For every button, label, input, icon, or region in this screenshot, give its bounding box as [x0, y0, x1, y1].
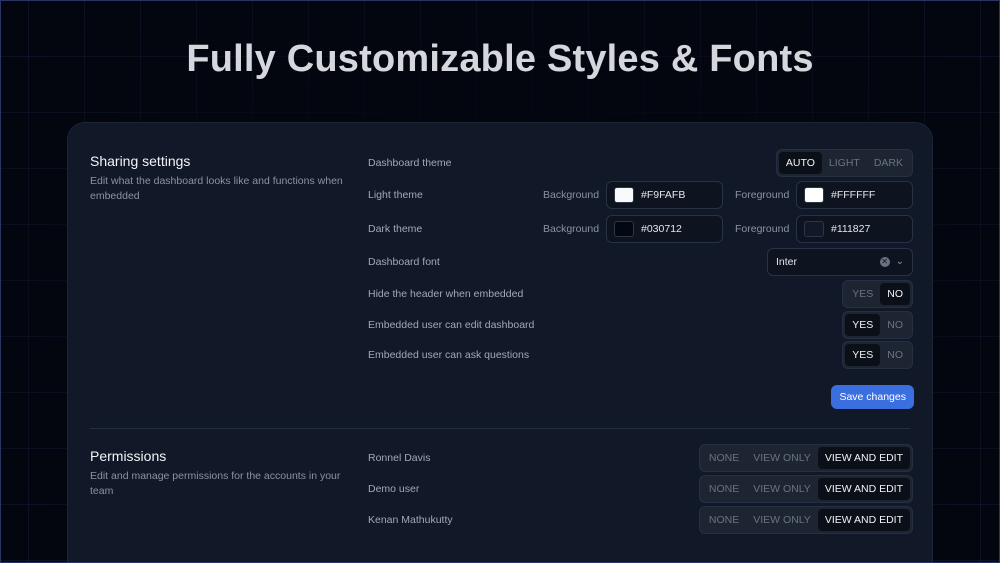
can-edit-row: Embedded user can edit dashboard YES NO	[368, 311, 913, 339]
dashboard-font-label: Dashboard font	[368, 256, 440, 268]
light-theme-label: Light theme	[368, 189, 423, 201]
permission-toggle: NONE VIEW ONLY VIEW AND EDIT	[698, 475, 913, 503]
dashboard-theme-label: Dashboard theme	[368, 157, 452, 169]
theme-option-dark[interactable]: DARK	[867, 152, 910, 174]
permission-option-view-and-edit[interactable]: VIEW AND EDIT	[817, 447, 910, 469]
permission-option-none[interactable]: NONE	[702, 509, 746, 531]
permission-toggle: NONE VIEW ONLY VIEW AND EDIT	[698, 444, 913, 472]
permission-option-view-only[interactable]: VIEW ONLY	[746, 509, 818, 531]
dark-theme-label: Dark theme	[368, 223, 423, 235]
theme-toggle: AUTO LIGHT DARK	[775, 149, 913, 177]
theme-option-light[interactable]: LIGHT	[822, 152, 867, 174]
hero-title: Fully Customizable Styles & Fonts	[186, 38, 814, 80]
can-edit-label: Embedded user can edit dashboard	[368, 319, 535, 331]
section-divider	[90, 428, 910, 429]
section-title: Sharing settings	[90, 153, 191, 169]
theme-option-auto[interactable]: AUTO	[778, 152, 822, 174]
dashboard-theme-row: Dashboard theme AUTO LIGHT DARK	[368, 149, 913, 177]
dark-foreground-input[interactable]: #111827	[796, 215, 913, 243]
hide-header-label: Hide the header when embedded	[368, 288, 524, 300]
hide-header-yes[interactable]: YES	[845, 283, 880, 305]
can-ask-toggle: YES NO	[842, 341, 913, 369]
light-background-input[interactable]: #F9FAFB	[606, 181, 723, 209]
dark-fg-value: #111827	[831, 223, 871, 235]
permission-option-view-only[interactable]: VIEW ONLY	[746, 478, 818, 500]
can-ask-no[interactable]: NO	[880, 344, 910, 366]
permission-row: Demo user NONE VIEW ONLY VIEW AND EDIT	[368, 475, 913, 503]
permission-option-none[interactable]: NONE	[702, 478, 746, 500]
settings-card: Sharing settings Edit what the dashboard…	[67, 122, 933, 563]
font-select[interactable]: Inter ✕ ⌄	[767, 248, 913, 276]
dark-fg-swatch[interactable]	[804, 221, 824, 237]
permission-option-view-and-edit[interactable]: VIEW AND EDIT	[817, 509, 910, 531]
section-title: Permissions	[90, 448, 167, 464]
permission-option-view-and-edit[interactable]: VIEW AND EDIT	[817, 478, 910, 500]
dark-bg-value: #030712	[641, 223, 682, 235]
light-bg-label: Background	[543, 189, 600, 201]
light-fg-swatch[interactable]	[804, 187, 824, 203]
dashboard-font-row: Dashboard font Inter ✕ ⌄	[368, 248, 913, 276]
dark-background-input[interactable]: #030712	[606, 215, 723, 243]
chevron-down-icon[interactable]: ⌄	[896, 257, 904, 267]
dark-bg-label: Background	[543, 223, 600, 235]
dark-fg-label: Foreground	[735, 223, 790, 235]
can-ask-yes[interactable]: YES	[845, 344, 881, 366]
can-edit-no[interactable]: NO	[880, 314, 910, 336]
permission-user-name: Ronnel Davis	[368, 452, 431, 464]
font-select-value: Inter	[776, 256, 798, 268]
permission-user-name: Demo user	[368, 483, 420, 495]
hide-header-row: Hide the header when embedded YES NO	[368, 280, 913, 308]
section-description: Edit and manage permissions for the acco…	[90, 470, 341, 497]
can-ask-row: Embedded user can ask questions YES NO	[368, 341, 913, 369]
hide-header-no[interactable]: NO	[880, 283, 910, 305]
light-fg-value: #FFFFFF	[831, 189, 876, 201]
clear-icon[interactable]: ✕	[879, 257, 890, 267]
hide-header-toggle: YES NO	[842, 280, 913, 308]
sharing-settings-header: Sharing settings Edit what the dashboard…	[90, 153, 365, 204]
permissions-header: Permissions Edit and manage permissions …	[90, 448, 365, 499]
section-description: Edit what the dashboard looks like and f…	[90, 175, 343, 202]
permission-option-view-only[interactable]: VIEW ONLY	[746, 447, 818, 469]
permission-row: Ronnel Davis NONE VIEW ONLY VIEW AND EDI…	[368, 444, 913, 472]
dark-theme-row: Dark theme Background #030712 Foreground…	[368, 215, 913, 243]
light-fg-label: Foreground	[735, 189, 790, 201]
can-edit-yes[interactable]: YES	[845, 314, 881, 336]
permission-option-none[interactable]: NONE	[702, 447, 746, 469]
dark-bg-swatch[interactable]	[614, 221, 634, 237]
light-bg-value: #F9FAFB	[641, 189, 686, 201]
can-edit-toggle: YES NO	[842, 311, 913, 339]
can-ask-label: Embedded user can ask questions	[368, 349, 530, 361]
permission-user-name: Kenan Mathukutty	[368, 514, 453, 526]
save-changes-button[interactable]: Save changes	[831, 385, 914, 409]
light-theme-row: Light theme Background #F9FAFB Foregroun…	[368, 181, 913, 209]
permission-toggle: NONE VIEW ONLY VIEW AND EDIT	[698, 506, 913, 534]
light-bg-swatch[interactable]	[614, 187, 634, 203]
permission-row: Kenan Mathukutty NONE VIEW ONLY VIEW AND…	[368, 506, 913, 534]
light-foreground-input[interactable]: #FFFFFF	[796, 181, 913, 209]
